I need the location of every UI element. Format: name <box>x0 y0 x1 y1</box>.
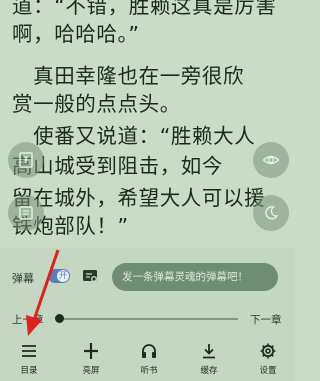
gear-icon <box>260 343 276 359</box>
toolbar-label: 缓存 <box>200 366 218 376</box>
notes-icon <box>19 206 33 220</box>
toolbar-label: 设置 <box>259 366 277 376</box>
bottom-toolbar: 目录 亮屏 听书 缓存 设置 <box>0 336 295 381</box>
moon-icon <box>265 206 279 220</box>
barrage-toggle-knob: 开 <box>57 270 69 282</box>
notes-button[interactable] <box>8 195 44 231</box>
text-line: 啊，哈哈哈。” <box>12 22 140 46</box>
menu-icon <box>22 345 36 357</box>
download-icon <box>203 344 215 359</box>
brightness-icon <box>84 343 98 359</box>
text-line: 道：“不错，胜赖这真是厉害 <box>12 0 277 18</box>
bookmark-button[interactable] <box>8 142 44 178</box>
text-line: 留在城外，希望大人可以援 <box>12 186 266 210</box>
text-line: 真田幸隆也在一旁很欣 <box>12 64 245 88</box>
text-line: 铁炮部队！” <box>12 214 129 238</box>
toolbar-download-button[interactable]: 缓存 <box>184 336 234 381</box>
eye-icon <box>262 155 280 165</box>
toolbar-label: 听书 <box>140 366 158 376</box>
barrage-label: 弹幕 <box>12 272 34 285</box>
reading-content: 道：“不错，胜赖这真是厉害 啊，哈哈哈。” 真田幸隆也在一旁很欣 赏一般的点点头… <box>0 0 295 250</box>
night-mode-button[interactable] <box>253 195 289 231</box>
barrage-toggle[interactable]: 开 <box>48 269 70 283</box>
bookmark-icon <box>19 152 33 168</box>
chapter-progress-thumb[interactable] <box>55 314 64 323</box>
barrage-settings-icon[interactable] <box>82 268 98 284</box>
toolbar-settings-button[interactable]: 设置 <box>243 336 293 381</box>
text-line: 赏一般的点点头。 <box>12 92 181 116</box>
barrage-row: 弹幕 开 发一条弹幕灵魂的弹幕吧！ <box>0 262 295 292</box>
toolbar-label: 亮屏 <box>82 366 100 376</box>
reader-bottom-panel: 弹幕 开 发一条弹幕灵魂的弹幕吧！ 上一章 下一章 目录 亮屏 听书 缓存 设置 <box>0 248 295 381</box>
toolbar-listen-button[interactable]: 听书 <box>124 336 174 381</box>
text-line: 高山城受到阻击，如今 <box>12 154 223 178</box>
toolbar-catalog-button[interactable]: 目录 <box>4 336 54 381</box>
toolbar-label: 目录 <box>20 366 38 376</box>
barrage-input[interactable]: 发一条弹幕灵魂的弹幕吧！ <box>112 263 278 291</box>
text-line: 使番又说道：“胜赖大人 <box>12 124 256 148</box>
eye-mode-button[interactable] <box>253 142 289 178</box>
headphones-icon <box>142 344 156 358</box>
chapter-progress-track[interactable] <box>58 318 238 320</box>
chapter-progress-row: 上一章 下一章 <box>0 308 295 328</box>
toolbar-brightness-button[interactable]: 亮屏 <box>66 336 116 381</box>
prev-chapter-button[interactable]: 上一章 <box>12 312 44 327</box>
next-chapter-button[interactable]: 下一章 <box>250 312 282 327</box>
